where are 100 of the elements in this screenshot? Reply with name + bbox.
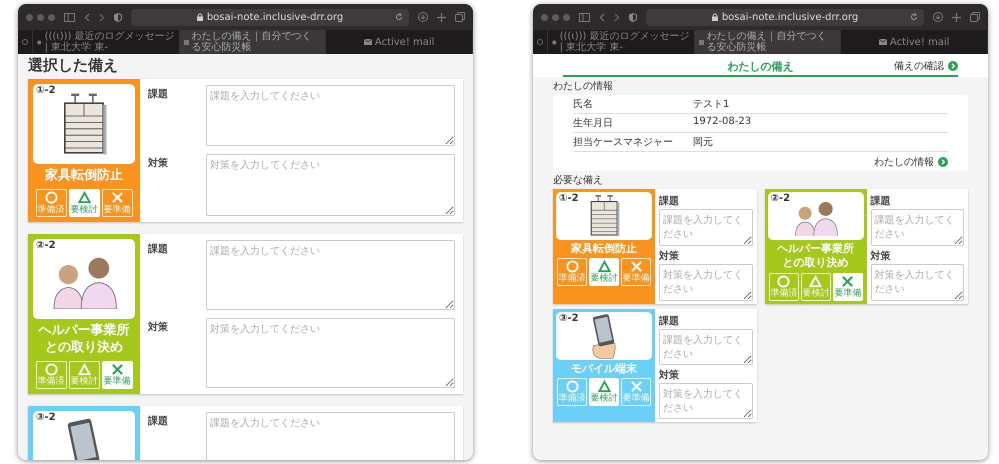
sidebar-icon[interactable]: [579, 12, 590, 22]
browser-tab[interactable]: わたしの備え｜自分でつくる安心防災帳: [180, 30, 326, 54]
item-number: ③-2: [559, 312, 579, 324]
input-field[interactable]: 課題を入力してください: [206, 240, 455, 310]
info-icon[interactable]: [22, 39, 28, 45]
status-button[interactable]: 要検討: [68, 360, 100, 389]
field-label: 課題: [870, 194, 892, 208]
arrow-circle-icon: [938, 157, 948, 167]
cross-icon: [110, 190, 124, 204]
input-field[interactable]: 課題を入力してください: [870, 209, 964, 246]
status-button[interactable]: 要検討: [589, 258, 619, 286]
input-field[interactable]: 対策を入力してください: [206, 318, 455, 388]
field-label: 課題: [148, 242, 169, 257]
shield-icon[interactable]: [629, 12, 637, 22]
triangle-icon: [598, 380, 610, 393]
download-icon[interactable]: [933, 12, 943, 22]
input-field[interactable]: 課題を入力してください: [659, 328, 752, 365]
cabinet-drawing: [588, 194, 620, 238]
status-button[interactable]: 要準備: [102, 360, 132, 389]
item-title: モバイル端末: [571, 362, 637, 376]
cross-icon: [841, 274, 854, 288]
info-link[interactable]: わたしの情報: [874, 152, 948, 169]
page-icon: [184, 38, 189, 46]
mail-icon: [878, 39, 887, 45]
sidebar-icon[interactable]: [64, 12, 75, 22]
item-title: 家具転倒防止: [571, 242, 637, 256]
forward-icon[interactable]: [99, 12, 105, 22]
field-label: 課題: [148, 414, 169, 429]
status-button[interactable]: 要準備: [832, 272, 862, 301]
field-label: 対策: [870, 249, 892, 263]
url-text: bosai-note.inclusive-drr.org: [206, 12, 344, 22]
shield-icon[interactable]: [114, 12, 122, 22]
reload-icon[interactable]: [910, 12, 918, 20]
window-controls-icon[interactable]: [26, 14, 55, 20]
item-title: ヘルパー事業所との取り決め: [37, 322, 130, 357]
triangle-icon: [598, 260, 610, 274]
cross-icon: [110, 362, 124, 376]
status-button[interactable]: 準備済: [557, 258, 587, 286]
item-number: ③-2: [36, 412, 56, 423]
circle-icon: [566, 380, 578, 393]
input-field[interactable]: 課題を入力してください: [206, 85, 455, 146]
plus-icon[interactable]: [952, 12, 961, 22]
address-bar[interactable]: bosai-note.inclusive-drr.org: [131, 8, 409, 26]
status-button[interactable]: 要検討: [68, 188, 100, 217]
input-field[interactable]: 対策を入力してください: [659, 264, 752, 301]
address-bar[interactable]: bosai-note.inclusive-drr.org: [646, 8, 924, 26]
input-field[interactable]: 課題を入力してください: [206, 412, 455, 460]
browser-tab[interactable]: わたしの備え｜自分でつくる安心防災帳: [694, 30, 842, 54]
field-label: 対策: [659, 249, 680, 263]
status-button[interactable]: 要準備: [102, 188, 132, 217]
status-button[interactable]: 要検討: [589, 378, 619, 406]
site-icon: [37, 38, 42, 46]
field-label: 課題: [148, 88, 169, 102]
status-button[interactable]: 準備済: [36, 360, 66, 389]
site-icon: [552, 38, 557, 46]
status-button[interactable]: 要準備: [621, 378, 651, 406]
arrow-circle-icon: [948, 61, 958, 71]
item-title: ヘルパー事業所との取り決め: [776, 242, 855, 271]
download-icon[interactable]: [418, 12, 428, 22]
field-label: 課題: [659, 194, 680, 208]
info-value: テスト1: [693, 98, 730, 111]
window-controls-icon[interactable]: [541, 14, 570, 20]
input-field[interactable]: 対策を入力してください: [206, 154, 455, 216]
circle-icon: [566, 260, 578, 274]
field-label: 対策: [659, 368, 680, 382]
input-field[interactable]: 課題を入力してください: [659, 209, 752, 246]
item-number: ②-2: [770, 193, 790, 204]
status-button[interactable]: 準備済: [768, 272, 798, 301]
field-label: 対策: [148, 156, 169, 172]
field-label: 対策: [148, 320, 169, 335]
url-text: bosai-note.inclusive-drr.org: [722, 12, 858, 22]
info-label: 氏名: [573, 98, 594, 111]
input-field[interactable]: 対策を入力してください: [870, 264, 964, 301]
forward-icon[interactable]: [614, 12, 620, 22]
plus-icon[interactable]: [437, 12, 446, 22]
status-button[interactable]: 準備済: [557, 378, 587, 406]
triangle-icon: [809, 274, 822, 288]
info-label: 生年月日: [573, 116, 614, 130]
status-button[interactable]: 要検討: [800, 272, 830, 301]
page-title: わたしの備え: [728, 58, 794, 74]
circle-icon: [777, 274, 790, 288]
item-number: ①-2: [36, 85, 56, 96]
back-icon[interactable]: [84, 12, 90, 22]
info-icon[interactable]: [537, 39, 543, 45]
tabs-overview-icon[interactable]: [970, 12, 980, 22]
input-field[interactable]: 対策を入力してください: [659, 382, 752, 419]
field-label: 課題: [659, 314, 680, 328]
page-icon: [698, 38, 704, 46]
back-icon[interactable]: [599, 12, 605, 22]
lock-icon: [712, 13, 718, 21]
tabs-overview-icon[interactable]: [455, 12, 465, 22]
reload-icon[interactable]: [395, 12, 403, 20]
status-button[interactable]: 準備済: [36, 188, 66, 217]
browser-tab[interactable]: Active! mail: [326, 30, 473, 54]
confirm-link[interactable]: 備えの確認: [894, 59, 958, 73]
info-label: 担当ケースマネジャー: [573, 136, 674, 149]
item-number: ①-2: [559, 193, 579, 204]
triangle-icon: [78, 190, 90, 204]
section-heading: わたしの情報: [553, 80, 614, 93]
status-button[interactable]: 要準備: [621, 258, 651, 286]
